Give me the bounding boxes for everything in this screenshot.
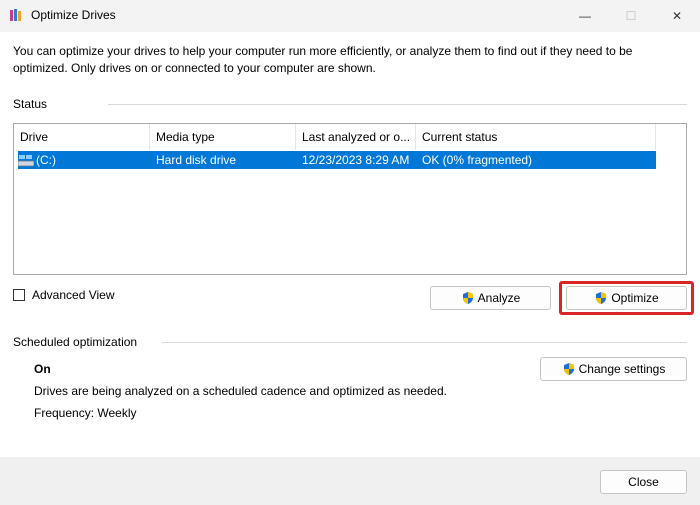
minimize-button[interactable]: — xyxy=(562,0,608,32)
optimize-highlight-box xyxy=(559,281,694,315)
column-header-media-type[interactable]: Media type xyxy=(150,124,296,150)
cell-last-analyzed: 12/23/2023 8:29 AM xyxy=(302,153,410,167)
advanced-view-checkbox[interactable] xyxy=(13,289,25,301)
schedule-frequency: Frequency: Weekly xyxy=(34,406,137,420)
close-button[interactable]: Close xyxy=(600,470,687,494)
window-title: Optimize Drives xyxy=(31,8,116,22)
status-divider xyxy=(108,104,687,105)
shield-icon xyxy=(563,363,574,375)
column-header-last-analyzed[interactable]: Last analyzed or o... xyxy=(296,124,416,150)
change-settings-button[interactable]: Change settings xyxy=(540,357,687,381)
schedule-state: On xyxy=(34,362,51,376)
analyze-label: Analyze xyxy=(477,291,521,305)
title-bar: Optimize Drives — ☐ ✕ xyxy=(0,0,700,32)
column-header-current-status[interactable]: Current status xyxy=(416,124,656,150)
change-settings-label: Change settings xyxy=(578,362,666,376)
close-label: Close xyxy=(628,475,659,489)
shield-icon xyxy=(462,292,473,304)
drives-list[interactable]: Drive Media type Last analyzed or o... C… xyxy=(13,123,687,275)
schedule-description: Drives are being analyzed on a scheduled… xyxy=(34,384,447,398)
close-window-button[interactable]: ✕ xyxy=(654,0,700,32)
scheduled-label: Scheduled optimization xyxy=(13,335,138,349)
scheduled-divider xyxy=(162,342,687,343)
cell-media-type: Hard disk drive xyxy=(156,153,237,167)
intro-text: You can optimize your drives to help you… xyxy=(13,44,633,75)
analyze-button[interactable]: Analyze xyxy=(430,286,551,310)
column-header-drive[interactable]: Drive xyxy=(14,124,150,150)
advanced-view-label[interactable]: Advanced View xyxy=(32,288,115,302)
table-row[interactable]: (C:) Hard disk drive 12/23/2023 8:29 AM … xyxy=(18,151,656,169)
app-icon xyxy=(10,9,21,21)
list-header: Drive Media type Last analyzed or o... C… xyxy=(14,124,656,150)
cell-drive: (C:) xyxy=(36,153,56,167)
maximize-button[interactable]: ☐ xyxy=(608,0,654,32)
footer xyxy=(0,457,700,505)
cell-current-status: OK (0% fragmented) xyxy=(422,153,533,167)
status-label: Status xyxy=(13,97,48,111)
